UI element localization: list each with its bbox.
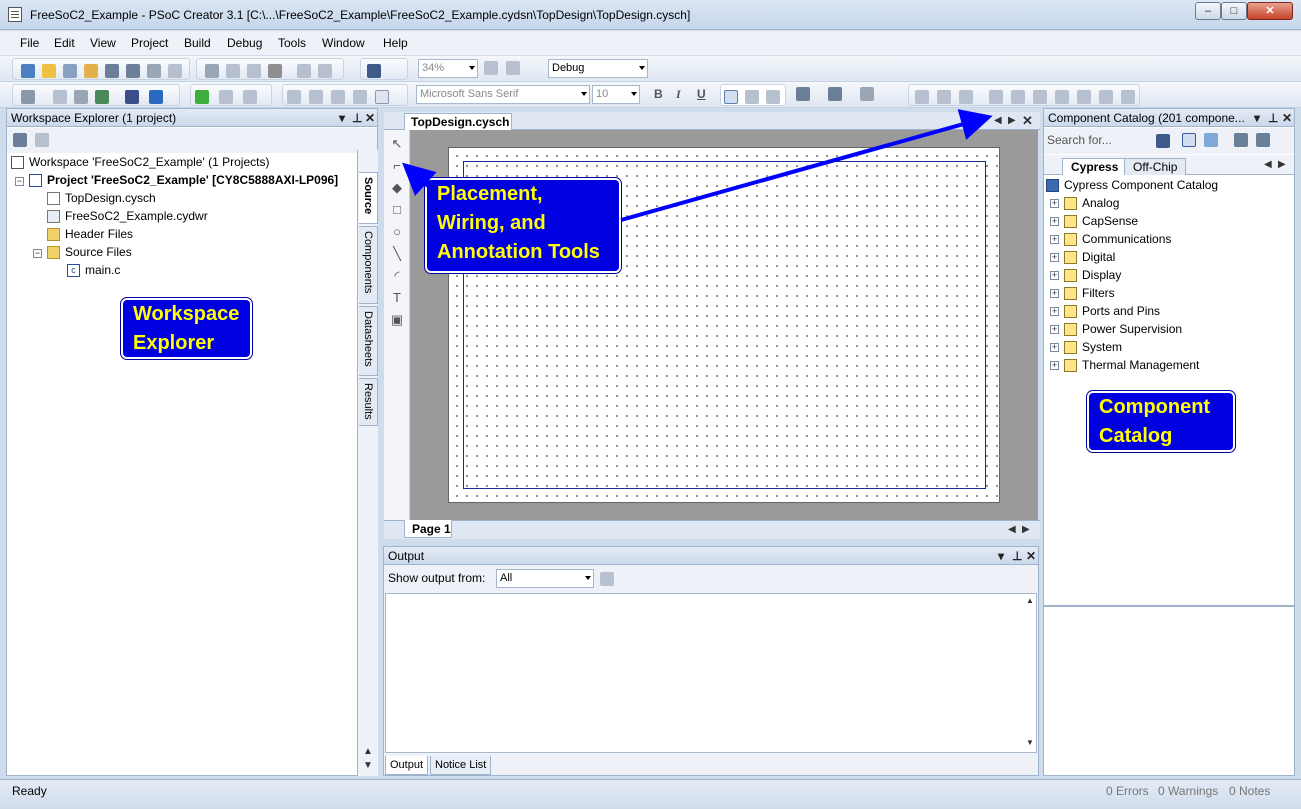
error-count[interactable]: 0 Errors bbox=[1106, 784, 1149, 798]
notice-count[interactable]: 0 Notes bbox=[1229, 784, 1270, 798]
status-bar: Ready 0 Errors 0 Warnings 0 Notes bbox=[0, 779, 1301, 809]
arrow-to-palette bbox=[402, 162, 437, 196]
status-text: Ready bbox=[12, 784, 47, 798]
warning-count[interactable]: 0 Warnings bbox=[1158, 784, 1218, 798]
arrow-to-toolbar bbox=[620, 109, 993, 222]
callout-arrows bbox=[402, 109, 993, 222]
